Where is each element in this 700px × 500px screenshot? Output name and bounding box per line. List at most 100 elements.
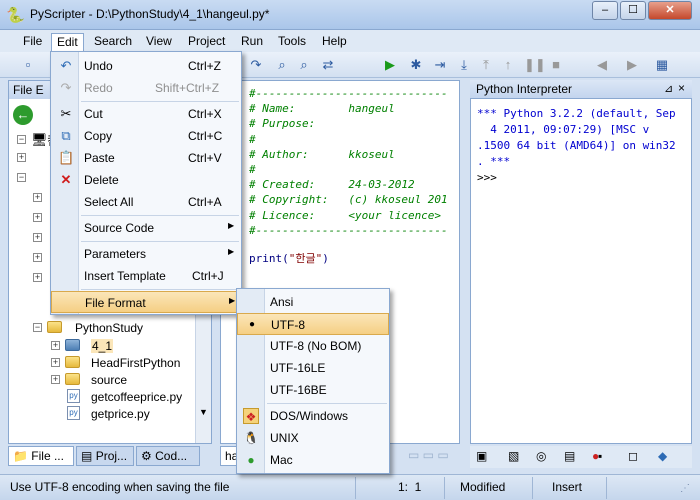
layout-icon[interactable]: ▦ — [654, 57, 670, 73]
new-file-icon[interactable]: ▫ — [20, 57, 36, 73]
chat-icon[interactable]: ◻ — [628, 449, 638, 463]
interpreter-line: .1500 64 bit (AMD64)] on win32 — [477, 139, 676, 152]
expand-icon[interactable]: + — [33, 193, 42, 202]
replace-icon[interactable]: ⇄ — [320, 57, 336, 73]
app-icon: 🐍 — [6, 7, 25, 24]
redo-icon: ↷ — [60, 80, 72, 95]
menu-item-select-all[interactable]: Select All Ctrl+A — [51, 191, 241, 213]
menu-separator — [81, 241, 239, 242]
variables-icon[interactable]: ▧ — [508, 449, 519, 463]
back-nav-icon[interactable]: ← — [13, 105, 33, 125]
collapse-icon[interactable]: − — [33, 323, 42, 332]
menu-item-file-format[interactable]: File Format ▶ — [51, 291, 241, 313]
format-item-utf8[interactable]: ● UTF-8 — [237, 313, 389, 335]
menu-item-label: Parameters — [84, 247, 147, 261]
menu-item-parameters[interactable]: Parameters ▶ — [51, 243, 241, 265]
menu-run[interactable]: Run — [236, 33, 268, 51]
collapse-icon[interactable]: − — [17, 135, 26, 144]
scroll-down-icon[interactable]: ▼ — [199, 407, 208, 417]
format-item-utf16le[interactable]: UTF-16LE — [237, 357, 389, 379]
expand-icon[interactable]: + — [17, 153, 26, 162]
menu-item-copy[interactable]: ⧉ Copy Ctrl+C — [51, 125, 241, 147]
back-icon[interactable]: ◀ — [594, 57, 610, 73]
menu-item-insert-template[interactable]: Insert Template Ctrl+J — [51, 265, 241, 287]
format-item-utf8-nobom[interactable]: UTF-8 (No BOM) — [237, 335, 389, 357]
expand-icon[interactable]: + — [51, 375, 60, 384]
menu-item-redo[interactable]: ↷ Redo Shift+Ctrl+Z — [51, 77, 241, 99]
maximize-button[interactable]: ☐ — [620, 1, 646, 20]
tree-item-4-1[interactable]: + 4_1 — [51, 337, 211, 355]
redo-toolbar-icon[interactable]: ↷ — [248, 57, 264, 73]
submenu-arrow-icon: ▶ — [229, 296, 236, 305]
project-icon: ▤ — [81, 449, 93, 463]
forward-icon[interactable]: ▶ — [624, 57, 640, 73]
debug-icon[interactable]: ✱ — [408, 57, 424, 73]
command-icon[interactable]: ▪ — [598, 449, 602, 463]
tree-item-label: source — [91, 373, 128, 387]
menu-item-paste[interactable]: 📋 Paste Ctrl+V — [51, 147, 241, 169]
format-item-dos[interactable]: ❖ DOS/Windows — [237, 405, 389, 427]
interpreter-line: 4 2011, 09:07:29) [MSC v — [477, 123, 650, 136]
tree-item-headfirstpython[interactable]: + HeadFirstPython — [51, 354, 211, 372]
code-line: # Copyright: (c) kkoseul 201 — [249, 193, 448, 207]
watches-icon[interactable]: ◎ — [536, 449, 546, 463]
menu-file[interactable]: File — [18, 33, 47, 51]
expand-icon[interactable]: + — [33, 233, 42, 242]
menu-item-cut[interactable]: ✂ Cut Ctrl+X — [51, 103, 241, 125]
expand-icon[interactable]: + — [33, 273, 42, 282]
code-line: # Created: 24-03-2012 — [249, 178, 415, 192]
step-over-icon[interactable]: ⇥ — [432, 57, 448, 73]
step-out-icon[interactable]: ⤒ — [478, 57, 494, 73]
tree-item-getcoffeeprice[interactable]: py getcoffeeprice.py — [51, 388, 211, 406]
modified-indicator: Modified — [460, 480, 506, 494]
tab-file-explorer[interactable]: 📁 File ... — [8, 446, 74, 466]
messages-icon[interactable]: ▣ — [476, 449, 487, 463]
menu-edit[interactable]: Edit — [51, 33, 84, 51]
format-item-unix[interactable]: 🐧 UNIX — [237, 427, 389, 449]
expand-icon[interactable]: + — [51, 358, 60, 367]
format-item-mac[interactable]: ● Mac — [237, 449, 389, 471]
close-panel-icon[interactable]: × — [678, 81, 685, 95]
pin-icon[interactable]: ⊿ — [664, 82, 673, 95]
resize-grip-icon[interactable]: ⋰ — [680, 483, 690, 494]
tree-item-getprice[interactable]: py getprice.py — [51, 405, 211, 423]
menu-help[interactable]: Help — [317, 33, 352, 51]
cut-icon: ✂ — [60, 106, 72, 121]
step-into-icon[interactable]: ⤓ — [456, 57, 472, 73]
editor-tab-icons[interactable]: ▭ ▭ ▭ — [408, 448, 449, 462]
interpreter-output[interactable]: *** Python 3.2.2 (default, Sep 4 2011, 0… — [470, 98, 692, 444]
expand-icon[interactable]: + — [33, 253, 42, 262]
menu-item-label: Cut — [84, 107, 103, 121]
menu-view[interactable]: View — [141, 33, 177, 51]
expand-icon[interactable]: + — [33, 213, 42, 222]
menu-item-label: Delete — [84, 173, 119, 187]
stop-icon[interactable]: ■ — [548, 57, 564, 73]
collapse-icon[interactable]: − — [17, 173, 26, 182]
run-icon[interactable]: ▶ — [382, 57, 398, 73]
menu-project[interactable]: Project — [183, 33, 230, 51]
format-item-ansi[interactable]: Ansi — [237, 291, 389, 313]
breakpoints-icon[interactable]: ▤ — [564, 449, 575, 463]
tree-item-source[interactable]: + source — [51, 371, 211, 389]
tab-code-explorer[interactable]: ⚙ Cod... — [136, 446, 200, 466]
menu-search[interactable]: Search — [89, 33, 137, 51]
python-icon[interactable]: ◆ — [658, 449, 667, 463]
menu-tools[interactable]: Tools — [273, 33, 311, 51]
run-to-cursor-icon[interactable]: ↑ — [500, 57, 516, 73]
menu-item-delete[interactable]: ✕ Delete — [51, 169, 241, 191]
menu-item-label: DOS/Windows — [270, 409, 349, 423]
find-next-icon[interactable]: ⌕ — [296, 57, 312, 73]
menu-separator — [81, 101, 239, 102]
menu-item-source-code[interactable]: Source Code ▶ — [51, 217, 241, 239]
minimize-button[interactable]: – — [592, 1, 618, 20]
expand-icon[interactable]: + — [51, 341, 60, 350]
pause-icon[interactable]: ❚❚ — [524, 57, 546, 73]
format-item-utf16be[interactable]: UTF-16BE — [237, 379, 389, 401]
print-line: print("한글") — [249, 250, 329, 266]
close-button[interactable]: ✕ — [648, 1, 692, 20]
tree-folder-pythonstudy[interactable]: − PythonStudy — [33, 319, 211, 337]
find-icon[interactable]: ⌕ — [274, 57, 290, 73]
tab-label: Cod... — [155, 449, 188, 463]
menu-item-undo[interactable]: ↶ Undo Ctrl+Z — [51, 55, 241, 77]
tab-project[interactable]: ▤ Proj... — [76, 446, 134, 466]
